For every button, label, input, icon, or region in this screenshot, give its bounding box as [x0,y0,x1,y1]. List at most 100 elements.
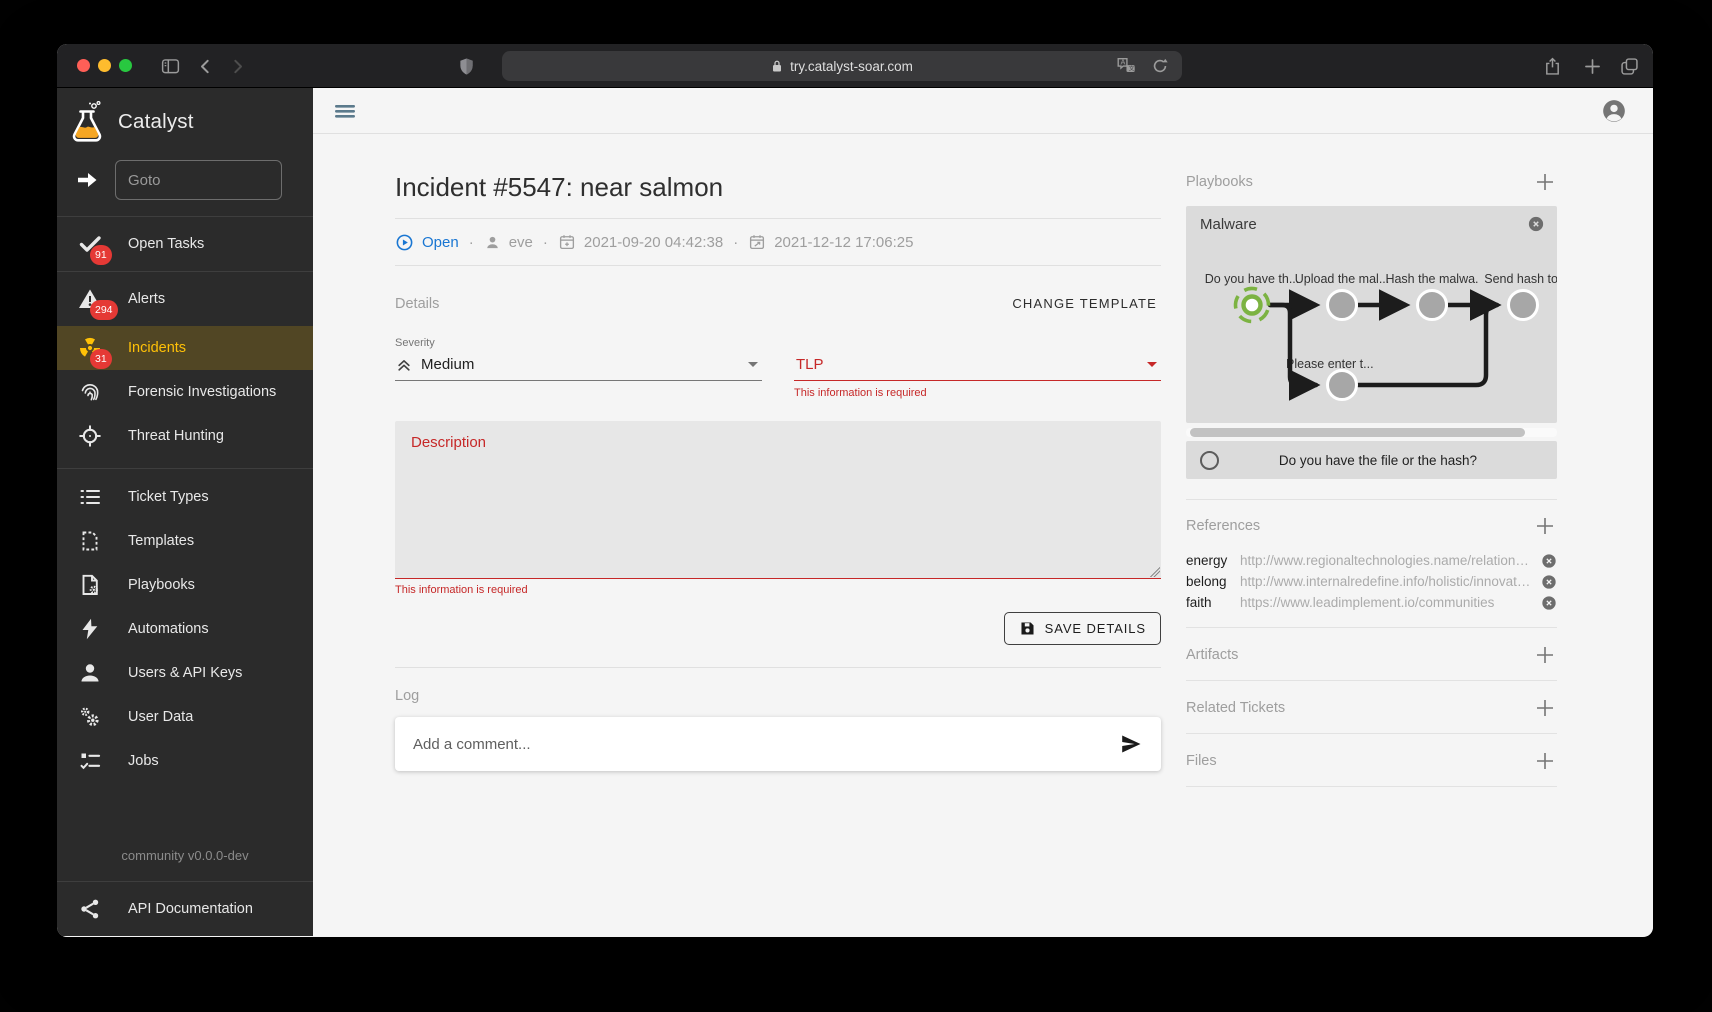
menu-hamburger-icon[interactable] [333,99,357,123]
tlp-field: TLP This information is required [794,337,1161,399]
remove-playbook-icon[interactable] [1527,215,1545,233]
reference-link[interactable]: http://www.regionaltechnologies.name/rel… [1240,553,1533,568]
workflow-node[interactable] [1328,371,1357,400]
tlp-caret-icon [1147,362,1157,367]
svg-text:Send hash to V: Send hash to V [1484,272,1557,286]
owner-name: eve [509,234,533,251]
workflow-node[interactable] [1509,291,1538,320]
app-version: community v0.0.0-dev [57,834,313,881]
severity-select[interactable]: Medium [395,349,762,381]
sidebar-item-incidents[interactable]: 31 Incidents [57,326,313,370]
playbook-document-gear-icon [78,573,102,597]
lightning-bolt-icon [78,617,102,641]
artifacts-section-label: Artifacts [1186,647,1238,663]
description-textarea[interactable] [395,421,1161,579]
account-avatar-icon[interactable] [1601,98,1627,124]
save-details-button[interactable]: SAVE DETAILS [1004,612,1161,645]
minimize-window-button[interactable] [98,59,111,72]
reference-link[interactable]: http://www.internalredefine.info/holisti… [1240,574,1533,589]
workflow-node[interactable] [1328,291,1357,320]
brand-name: Catalyst [118,110,194,134]
sidebar-item-automations[interactable]: Automations [57,607,313,651]
sidebar-item-open-tasks[interactable]: 91 Open Tasks [57,217,313,271]
change-template-button[interactable]: CHANGE TEMPLATE [1008,290,1161,317]
sidebar-item-ticket-types[interactable]: Ticket Types [57,475,313,519]
add-playbook-icon[interactable] [1533,170,1557,194]
sidebar-item-playbooks[interactable]: Playbooks [57,563,313,607]
task-radio-icon[interactable] [1200,451,1219,470]
sidebar-item-alerts[interactable]: 294 Alerts [57,272,313,326]
list-icon [78,485,102,509]
tasks-check-icon: 91 [78,232,102,256]
alerts-badge: 294 [90,300,118,320]
playbook-scrollbar-track [1186,428,1557,437]
fingerprint-icon [78,380,102,404]
catalyst-flask-logo-icon [69,100,105,144]
page-title: Incident #5547: near salmon [395,172,1161,203]
sidebar-item-users-api-keys[interactable]: Users & API Keys [57,651,313,695]
sidebar-item-user-data[interactable]: User Data [57,695,313,739]
incidents-badge: 31 [90,349,112,369]
sidebar-item-api-documentation[interactable]: API Documentation [57,882,313,936]
remove-reference-icon[interactable] [1541,553,1557,569]
tlp-label: TLP [796,356,824,373]
sidebar-item-jobs[interactable]: Jobs [57,739,313,783]
crosshair-icon [78,424,102,448]
created-timestamp: 2021-09-20 04:42:38 [584,234,723,251]
svg-text:Upload the mal...: Upload the mal... [1295,272,1390,286]
add-reference-icon[interactable] [1533,514,1557,538]
workflow-node[interactable] [1418,291,1447,320]
svg-text:Hash the malwa.: Hash the malwa. [1385,272,1478,286]
references-section-label: References [1186,518,1260,534]
person-icon [78,661,102,685]
sidebar-item-forensic-investigations[interactable]: Forensic Investigations [57,370,313,414]
svg-text:A: A [1121,58,1126,67]
address-bar[interactable]: try.catalyst-soar.com A 文 [502,51,1182,81]
playbook-scrollbar-thumb[interactable] [1190,428,1525,437]
playbook-task-row[interactable]: Do you have the file or the hash? [1186,441,1557,479]
share-icon[interactable] [1542,56,1563,77]
save-floppy-icon [1019,620,1036,637]
sidebar-item-threat-hunting[interactable]: Threat Hunting [57,414,313,458]
brand: Catalyst [57,88,313,154]
created-calendar-icon [558,233,576,251]
browser-titlebar: try.catalyst-soar.com A 文 [57,44,1653,88]
traffic-lights [77,59,132,72]
remove-reference-icon[interactable] [1541,574,1557,590]
sidebar-toggle-icon[interactable] [160,56,181,77]
new-tab-icon[interactable] [1582,56,1603,77]
status-value[interactable]: Open [422,234,459,251]
playbook-card: Malware Do yo [1186,206,1557,423]
goto-input[interactable] [115,160,282,200]
back-button-icon[interactable] [195,56,216,77]
sidebar-item-templates[interactable]: Templates [57,519,313,563]
log-section-label: Log [395,688,1161,704]
workflow-start-node[interactable] [1231,284,1273,326]
add-artifact-icon[interactable] [1533,643,1557,667]
url-text: try.catalyst-soar.com [790,59,913,74]
goto-arrow-icon [75,168,99,192]
reference-link[interactable]: https://www.leadimplement.io/communities [1240,595,1533,610]
svg-text:Please enter t...: Please enter t... [1286,357,1374,371]
close-window-button[interactable] [77,59,90,72]
severity-medium-icon [395,356,413,374]
zoom-window-button[interactable] [119,59,132,72]
comment-input[interactable] [413,736,1119,753]
tlp-select[interactable]: TLP [794,349,1161,381]
remove-reference-icon[interactable] [1541,595,1557,611]
privacy-shield-icon[interactable] [456,56,477,77]
related-tickets-section-label: Related Tickets [1186,700,1285,716]
add-related-ticket-icon[interactable] [1533,696,1557,720]
reference-row: faith https://www.leadimplement.io/commu… [1186,592,1557,613]
add-file-icon[interactable] [1533,749,1557,773]
translate-icon[interactable]: A 文 [1115,55,1137,77]
playbook-workflow-graph[interactable]: Do you have th... Upload the mal... Hash… [1186,233,1557,423]
forward-button-icon[interactable] [227,56,248,77]
send-comment-icon[interactable] [1119,732,1143,756]
owner-person-icon [484,234,501,251]
reload-icon[interactable] [1150,56,1170,76]
tlp-error-text: This information is required [794,387,1161,399]
reference-row: belong http://www.internalredefine.info/… [1186,571,1557,592]
files-section-label: Files [1186,753,1217,769]
tab-overview-icon[interactable] [1619,56,1640,77]
